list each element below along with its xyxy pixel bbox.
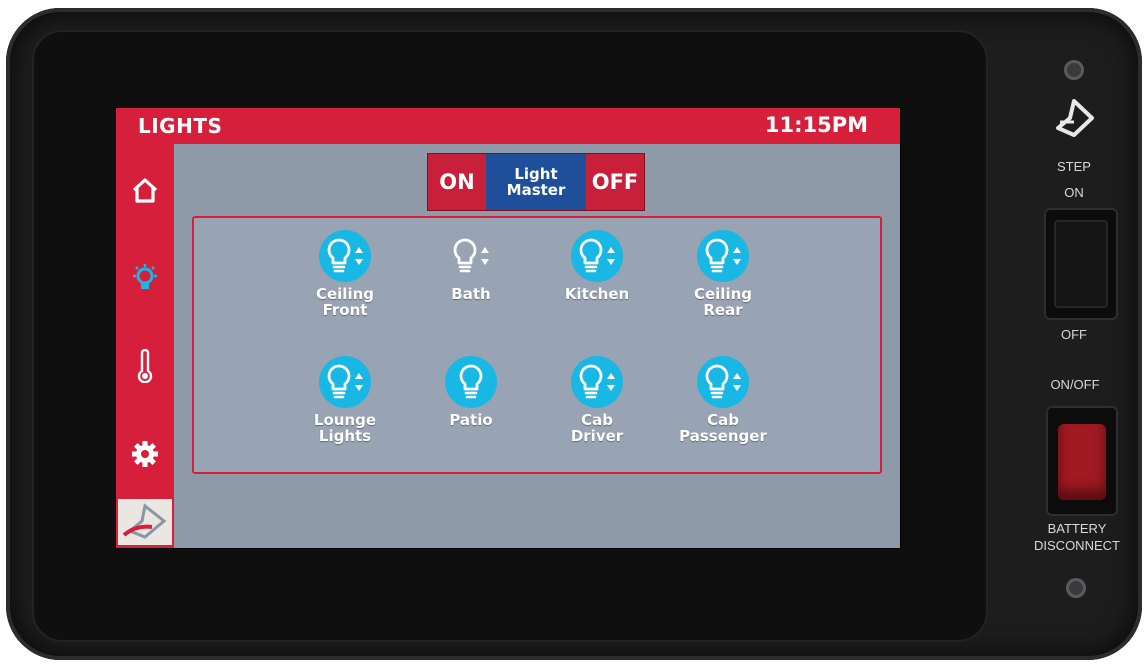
light-bulb-icon xyxy=(319,356,371,408)
light-tile[interactable]: Lounge Lights xyxy=(290,356,400,444)
clock: 11:15PM xyxy=(764,113,868,137)
master-on-button[interactable]: ON xyxy=(428,154,486,210)
light-label: Cab Driver xyxy=(570,411,624,445)
touch-screen: LIGHTS 11:15PM ON Light Master OFF Ceili… xyxy=(116,108,900,548)
home-icon xyxy=(132,178,158,203)
lights-panel: Ceiling Front Bath Kitchen Ceiling Rear Lounge… xyxy=(192,216,882,474)
light-label: Cab Passenger xyxy=(679,411,767,445)
battery-disconnect-switch[interactable] xyxy=(1046,406,1118,516)
screw-bottom-icon xyxy=(1066,578,1086,598)
light-label: Ceiling Rear xyxy=(693,285,753,319)
light-bulb-icon xyxy=(571,356,623,408)
brand-logo-icon xyxy=(122,503,167,539)
light-tile[interactable]: Patio xyxy=(416,356,526,428)
light-bulb-icon xyxy=(445,230,497,282)
battery-onoff-label: ON/OFF xyxy=(1050,377,1100,392)
screw-top-icon xyxy=(1064,60,1084,80)
light-bulb-icon xyxy=(319,230,371,282)
light-bulb-icon xyxy=(697,230,749,282)
step-label: STEP xyxy=(1057,159,1091,174)
master-off-button[interactable]: OFF xyxy=(586,154,644,210)
gear-icon xyxy=(132,441,158,467)
sidebar-item-settings[interactable] xyxy=(116,424,174,484)
battery-disconnect-label: BATTERY DISCONNECT xyxy=(1034,521,1120,553)
sidebar xyxy=(116,144,174,548)
step-icon xyxy=(1056,99,1094,137)
sidebar-item-home[interactable] xyxy=(116,160,174,220)
light-master-control: ON Light Master OFF xyxy=(428,154,644,210)
light-label: Patio xyxy=(449,411,493,429)
light-tile[interactable]: Ceiling Front xyxy=(290,230,400,318)
brand-logo xyxy=(118,499,172,545)
light-label: Lounge Lights xyxy=(313,411,377,445)
step-on-label: ON xyxy=(1064,185,1084,200)
step-off-label: OFF xyxy=(1061,327,1087,342)
light-tile[interactable]: Cab Driver xyxy=(542,356,652,444)
sidebar-item-lights[interactable] xyxy=(116,248,174,308)
light-tile[interactable]: Cab Passenger xyxy=(668,356,778,444)
light-label: Kitchen xyxy=(564,285,630,303)
light-bulb-icon xyxy=(697,356,749,408)
page-title: LIGHTS xyxy=(138,114,223,138)
light-tile[interactable]: Kitchen xyxy=(542,230,652,302)
sidebar-item-climate[interactable] xyxy=(116,336,174,396)
header-bar: LIGHTS 11:15PM xyxy=(116,108,900,144)
light-tile[interactable]: Bath xyxy=(416,230,526,302)
light-tile[interactable]: Ceiling Rear xyxy=(668,230,778,318)
step-switch[interactable] xyxy=(1044,208,1118,320)
light-bulb-icon xyxy=(133,264,157,289)
master-label: Light Master xyxy=(486,154,586,210)
light-bulb-icon xyxy=(445,356,497,408)
thermometer-icon xyxy=(137,349,153,383)
light-bulb-icon xyxy=(571,230,623,282)
light-label: Ceiling Front xyxy=(315,285,375,319)
light-label: Bath xyxy=(451,285,491,303)
